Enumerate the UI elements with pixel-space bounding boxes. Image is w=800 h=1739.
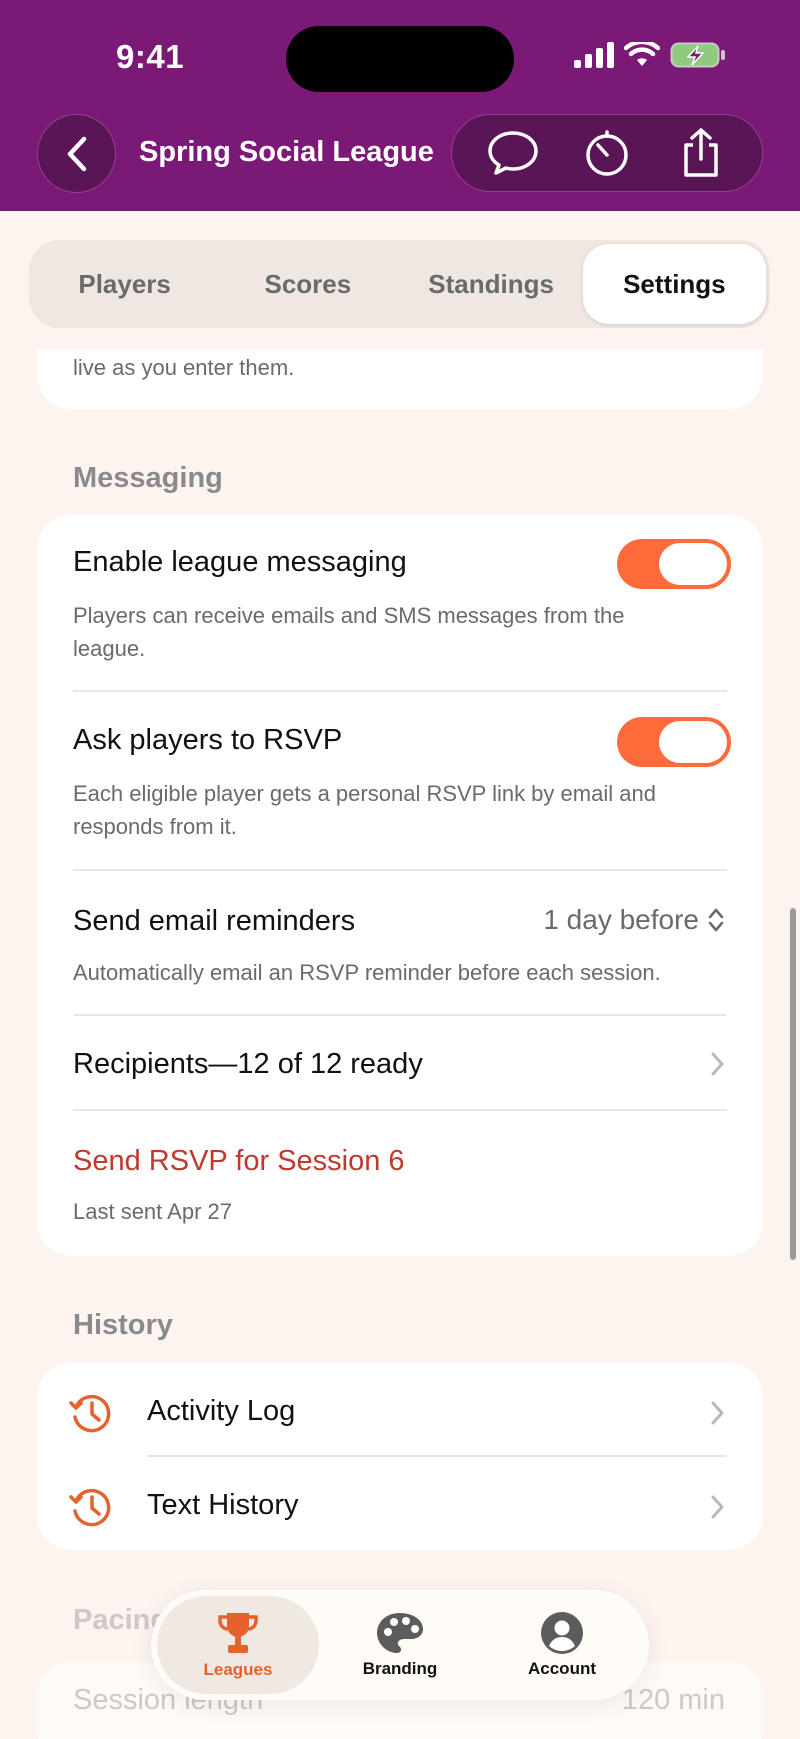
email-reminders-title: Send email reminders <box>73 905 356 937</box>
chevron-right-icon <box>711 1495 724 1519</box>
share-icon <box>684 128 718 177</box>
tabbar-label-account: Account <box>528 1659 596 1678</box>
text-history-title: Text History <box>147 1489 299 1521</box>
last-sent-text: Last sent Apr 27 <box>73 1199 232 1224</box>
tab-settings[interactable]: Settings <box>582 244 766 324</box>
scrollbar[interactable] <box>790 908 796 1260</box>
chevron-right-icon <box>711 1052 724 1076</box>
trophy-icon <box>218 1613 258 1653</box>
tab-scores[interactable]: Scores <box>216 244 399 324</box>
history-clock-icon <box>69 1394 111 1433</box>
email-reminders-picker[interactable]: 1 day before <box>543 904 725 936</box>
toggle-knob <box>659 543 727 585</box>
divider <box>147 1455 727 1457</box>
tabbar-label-leagues: Leagues <box>203 1660 273 1679</box>
back-button[interactable] <box>37 114 116 193</box>
session-length-value[interactable]: 120 min <box>622 1684 725 1717</box>
chevron-left-icon <box>67 136 86 171</box>
divider <box>73 1109 727 1111</box>
nav-actions <box>451 114 763 192</box>
share-button[interactable] <box>671 123 731 183</box>
enable-messaging-toggle[interactable] <box>617 539 731 589</box>
history-clock-icon <box>69 1488 111 1527</box>
send-rsvp-button[interactable]: Send RSVP for Session 6 <box>73 1145 405 1178</box>
status-icons <box>574 42 726 68</box>
ask-rsvp-title: Ask players to RSVP <box>73 724 343 756</box>
tab-players[interactable]: Players <box>33 244 216 324</box>
toggle-knob <box>659 721 727 763</box>
header: 9:41 Spring Social League <box>0 0 800 211</box>
email-reminders-subtitle: Automatically email an RSVP reminder bef… <box>73 960 661 985</box>
tab-standings[interactable]: Standings <box>400 244 583 324</box>
activity-log-title: Activity Log <box>147 1395 296 1427</box>
messaging-card: Enable league messaging Players can rece… <box>37 515 763 1256</box>
signal-icon <box>574 42 614 68</box>
status-time: 9:41 <box>116 38 185 75</box>
timer-icon <box>586 130 628 176</box>
ask-rsvp-toggle[interactable] <box>617 717 731 767</box>
ask-rsvp-subtitle: Each eligible player gets a personal RSV… <box>73 781 656 839</box>
chevron-up-down-icon <box>708 908 724 932</box>
wifi-icon <box>624 42 660 66</box>
divider <box>73 869 727 871</box>
enable-messaging-title: Enable league messaging <box>73 546 407 578</box>
previous-section-card: live as you enter them. <box>37 349 763 409</box>
account-icon <box>541 1612 583 1654</box>
divider <box>73 690 727 692</box>
email-reminders-value: 1 day before <box>543 904 699 935</box>
messaging-section-label: Messaging <box>73 462 223 494</box>
tabbar-item-leagues[interactable]: Leagues <box>157 1596 319 1694</box>
palette-icon <box>377 1613 423 1653</box>
timer-button[interactable] <box>577 123 637 183</box>
enable-messaging-subtitle: Players can receive emails and SMS messa… <box>73 603 625 661</box>
tabbar-label-branding: Branding <box>362 1659 438 1678</box>
tabbar-item-account[interactable]: Account <box>481 1596 643 1694</box>
recipients-title: Recipients—12 of 12 ready <box>73 1048 423 1080</box>
history-section-label: History <box>73 1309 173 1341</box>
chat-bubble-icon <box>488 131 538 175</box>
segmented-control: Players Scores Standings Settings <box>29 240 770 328</box>
tabbar-item-branding[interactable]: Branding <box>319 1596 481 1694</box>
previous-section-text: live as you enter them. <box>73 355 295 380</box>
divider <box>73 1014 727 1016</box>
tab-bar: Leagues Branding Account <box>151 1590 649 1700</box>
dynamic-island <box>286 26 514 92</box>
chat-button[interactable] <box>483 123 543 183</box>
nav-title: Spring Social League <box>139 136 434 168</box>
battery-icon <box>670 42 725 68</box>
history-card: Activity Log Text History <box>37 1363 763 1550</box>
chevron-right-icon <box>711 1401 724 1425</box>
